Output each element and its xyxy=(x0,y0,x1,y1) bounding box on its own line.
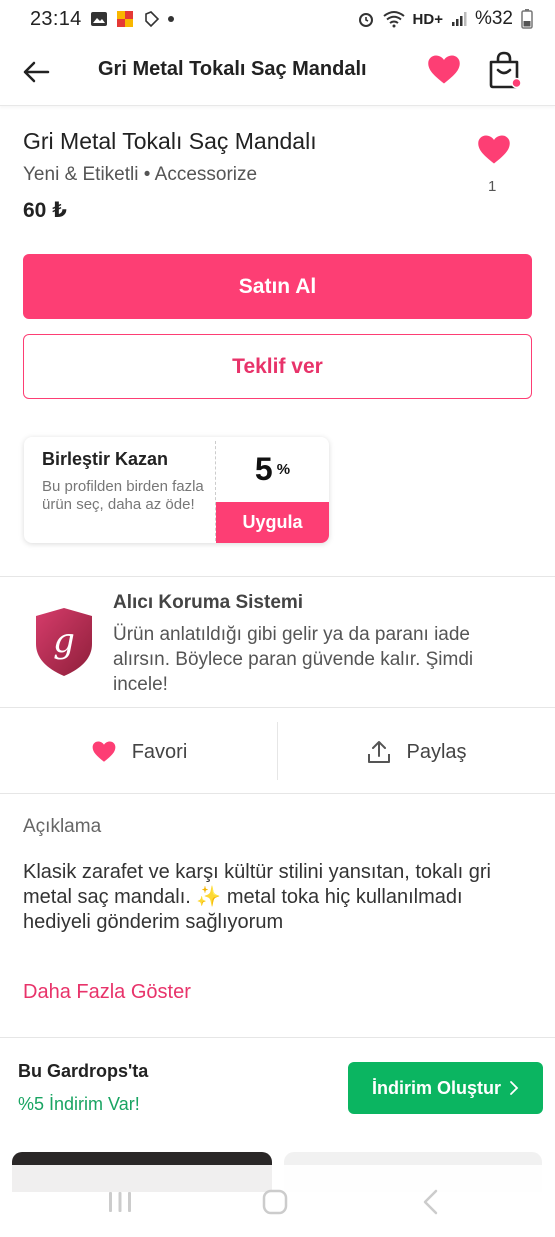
section-divider xyxy=(0,576,555,577)
section-divider xyxy=(0,707,555,708)
header-title: Gri Metal Tokalı Saç Mandalı xyxy=(98,58,367,80)
status-bar: 23:14 HD+ %32 xyxy=(0,0,555,38)
home-icon[interactable] xyxy=(262,1189,288,1215)
back-arrow-icon xyxy=(23,61,50,83)
description-label: Açıklama xyxy=(23,816,102,837)
share-label: Paylaş xyxy=(406,740,467,763)
tag-notification-icon xyxy=(144,11,159,28)
battery-level: %32 xyxy=(474,8,513,29)
share-icon xyxy=(368,741,391,763)
create-discount-button[interactable]: İndirim Oluştur xyxy=(348,1062,543,1114)
wifi-icon xyxy=(382,11,405,28)
closet-discount-text: %5 İndirim Var! xyxy=(18,1094,140,1114)
chevron-right-icon xyxy=(510,1081,519,1095)
app-header: Gri Metal Tokalı Saç Mandalı xyxy=(0,38,555,106)
bundle-discount-description: Bu profilden birden fazla ürün seç, daha… xyxy=(42,478,204,513)
shield-logo-letter: g xyxy=(53,621,75,661)
product-price: 60 ₺ xyxy=(23,199,67,222)
section-divider xyxy=(0,793,555,794)
shield-icon[interactable]: g xyxy=(33,606,95,678)
product-brand[interactable]: Accessorize xyxy=(155,164,257,185)
status-time: 23:14 xyxy=(30,7,82,30)
create-discount-label: İndirim Oluştur xyxy=(371,1077,501,1098)
description-text: Klasik zarafet ve karşı kültür stilini y… xyxy=(23,861,491,933)
product-title: Gri Metal Tokalı Saç Mandalı xyxy=(23,128,317,154)
like-count: 1 xyxy=(488,178,497,195)
more-notifications-dot xyxy=(167,16,174,22)
discount-percent: 5% xyxy=(216,437,329,502)
gallery-icon xyxy=(90,12,107,26)
shopping-bag-icon[interactable] xyxy=(486,50,522,90)
recent-apps-icon[interactable] xyxy=(107,1190,133,1214)
discount-percent-value: 5 xyxy=(254,451,273,487)
battery-icon xyxy=(521,9,533,29)
like-heart-icon[interactable] xyxy=(476,132,512,168)
bundle-discount-info: Birleştir Kazan Bu profilden birden fazl… xyxy=(24,437,215,543)
product-condition: Yeni & Etiketli xyxy=(23,164,139,185)
closet-title: Bu Gardrops'ta xyxy=(18,1061,149,1081)
buyer-protection-title[interactable]: Alıcı Koruma Sistemi xyxy=(113,592,303,614)
buy-button[interactable]: Satın Al xyxy=(23,254,532,319)
percent-sign: % xyxy=(276,461,291,478)
section-divider xyxy=(0,1037,555,1038)
product-meta: Yeni & Etiketli • Accessorize xyxy=(23,164,257,186)
make-offer-button[interactable]: Teklif ver xyxy=(23,334,532,399)
show-more-link[interactable]: Daha Fazla Göster xyxy=(23,981,191,1004)
bundle-discount-card: Birleştir Kazan Bu profilden birden fazl… xyxy=(24,437,329,543)
favorite-action-button[interactable]: Favori xyxy=(0,712,277,792)
signal-icon xyxy=(451,12,467,26)
share-action-button[interactable]: Paylaş xyxy=(278,712,555,792)
meta-separator: • xyxy=(143,164,151,185)
header-favorite-heart-icon[interactable] xyxy=(426,52,462,88)
back-button[interactable] xyxy=(20,56,52,88)
network-type-label: HD+ xyxy=(412,10,443,28)
nav-back-icon[interactable] xyxy=(420,1188,442,1216)
favorite-label: Favori xyxy=(131,740,188,763)
bundle-discount-title: Birleştir Kazan xyxy=(42,449,169,469)
heart-icon xyxy=(92,741,116,762)
app-notification-icon xyxy=(116,11,133,27)
buyer-protection-text[interactable]: Ürün anlatıldığı gibi gelir ya da paranı… xyxy=(113,622,523,697)
alarm-icon xyxy=(358,13,373,27)
apply-discount-button[interactable]: Uygula xyxy=(216,502,329,543)
